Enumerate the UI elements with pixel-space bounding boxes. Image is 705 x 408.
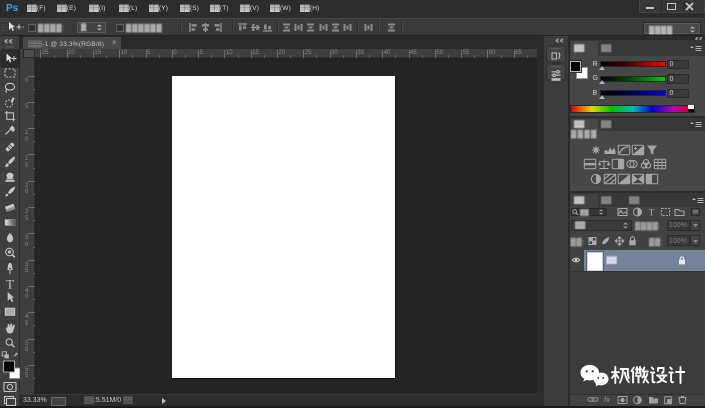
svg-text:T: T xyxy=(6,276,14,291)
svg-text:T: T xyxy=(648,207,654,217)
